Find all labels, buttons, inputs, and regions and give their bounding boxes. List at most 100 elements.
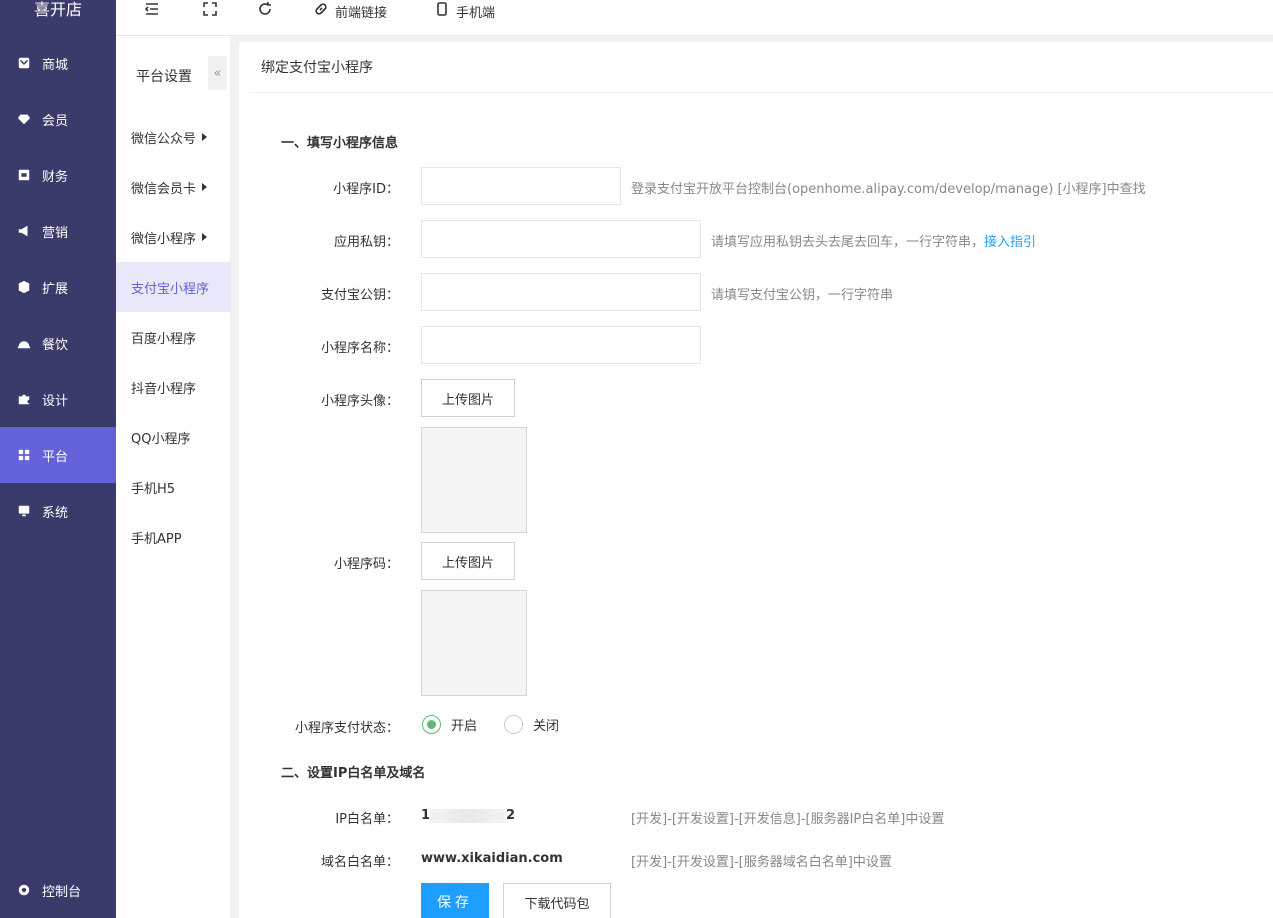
miniapp-name-label: 小程序名称：	[320, 341, 399, 356]
phone-icon	[434, 1, 450, 21]
store-icon	[16, 55, 32, 71]
nav-item-finance[interactable]: 财务	[0, 147, 116, 203]
monitor-icon	[16, 503, 32, 519]
fullscreen-button[interactable]	[202, 0, 218, 22]
subnav-item-wechat-card[interactable]: 微信会员卡	[116, 162, 231, 212]
pay-status-off-radio[interactable]: 关闭	[504, 715, 559, 734]
subnav-item-baidu-miniapp[interactable]: 百度小程序	[116, 312, 231, 362]
platform-subnav: 平台设置 « 微信公众号 微信会员卡 微信小程序 支付宝小程序 百度小程序 抖音…	[116, 36, 231, 918]
panel-title: 绑定支付宝小程序	[249, 42, 1273, 93]
nav-item-catering[interactable]: 餐饮	[0, 315, 116, 371]
save-button[interactable]: 保存	[421, 883, 489, 918]
nav-item-platform[interactable]: 平台	[0, 427, 116, 483]
caret-right-icon	[202, 183, 208, 191]
nav-label: 餐饮	[42, 337, 69, 353]
alipay-settings-panel: 绑定支付宝小程序 一、填写小程序信息 小程序ID： 登录支付宝开放平台控制台(o…	[239, 42, 1273, 918]
grid-icon	[16, 447, 32, 463]
pay-status-label: 小程序支付状态：	[294, 721, 399, 736]
qrcode-label: 小程序码：	[333, 557, 399, 572]
caret-right-icon	[202, 133, 208, 141]
brand-logo: 喜开店	[33, 0, 82, 19]
app-id-hint: 登录支付宝开放平台控制台(openhome.alipay.com/develop…	[631, 182, 1146, 197]
pay-on-label: 开启	[451, 719, 478, 734]
nav-item-member[interactable]: 会员	[0, 91, 116, 147]
puzzle-icon	[16, 391, 32, 407]
subnav-item-wechat-miniapp[interactable]: 微信小程序	[116, 212, 231, 262]
ip-value-start: 1	[421, 808, 431, 823]
nav-item-extension[interactable]: 扩展	[0, 259, 116, 315]
nav-item-system[interactable]: 系统	[0, 483, 116, 539]
nav-label: 扩展	[42, 281, 69, 297]
subnav-item-label: QQ小程序	[131, 431, 191, 447]
radio-checked-icon	[422, 715, 441, 734]
avatar-preview	[421, 427, 527, 533]
nav-item-design[interactable]: 设计	[0, 371, 116, 427]
refresh-button[interactable]	[257, 0, 273, 22]
gear-icon	[16, 882, 32, 898]
mobile-label: 手机端	[456, 5, 496, 21]
subnav-item-alipay-miniapp[interactable]: 支付宝小程序	[116, 262, 231, 312]
subnav-item-mobile-app[interactable]: 手机APP	[116, 512, 231, 562]
private-key-input[interactable]	[421, 220, 701, 258]
public-key-input[interactable]	[421, 273, 701, 311]
avatar-upload-button[interactable]: 上传图片	[421, 379, 515, 417]
subnav-item-label: 百度小程序	[131, 331, 197, 347]
qrcode-preview	[421, 590, 527, 696]
private-key-hint-text: 请填写应用私钥去头去尾去回车，一行字符串，	[711, 235, 985, 250]
avatar-label: 小程序头像：	[320, 394, 399, 409]
collapse-subnav-button[interactable]: «	[208, 56, 227, 90]
app-id-input[interactable]	[421, 167, 621, 205]
access-guide-link[interactable]: 接入指引	[984, 235, 1036, 250]
domain-whitelist-hint: [开发]-[开发设置]-[服务器域名白名单]中设置	[631, 855, 892, 870]
pay-status-on-radio[interactable]: 开启	[422, 715, 477, 734]
main-sidebar: 喜开店 商城 会员 财务 营销 扩展 餐饮 设计 平台 系统 控制台	[0, 0, 116, 918]
subnav-item-label: 手机APP	[131, 531, 182, 547]
qrcode-upload-button[interactable]: 上传图片	[421, 542, 515, 580]
redacted-ip	[430, 808, 507, 823]
subnav-title: 平台设置	[136, 69, 192, 85]
subnav-item-wechat-official[interactable]: 微信公众号	[116, 112, 231, 162]
link-icon	[313, 1, 329, 21]
private-key-label: 应用私钥：	[333, 235, 399, 250]
nav-label: 会员	[42, 113, 69, 129]
diamond-icon	[16, 111, 32, 127]
subnav-item-label: 微信小程序	[131, 231, 197, 247]
subnav-item-label: 手机H5	[131, 481, 176, 497]
private-key-hint: 请填写应用私钥去头去尾去回车，一行字符串，接入指引	[711, 231, 1036, 250]
ip-whitelist-value: 12	[421, 808, 515, 823]
ip-whitelist-hint: [开发]-[开发设置]-[开发信息]-[服务器IP白名单]中设置	[631, 812, 945, 827]
top-toolbar: 前端链接 手机端	[116, 0, 1273, 36]
subnav-item-qq-miniapp[interactable]: QQ小程序	[116, 412, 231, 462]
subnav-item-douyin-miniapp[interactable]: 抖音小程序	[116, 362, 231, 412]
domain-whitelist-value: www.xikaidian.com	[421, 851, 563, 866]
cube-icon	[16, 279, 32, 295]
dish-icon	[16, 335, 32, 351]
subnav-item-mobile-h5[interactable]: 手机H5	[116, 462, 231, 512]
download-code-button[interactable]: 下载代码包	[503, 883, 611, 918]
mobile-button[interactable]: 手机端	[434, 0, 495, 22]
frontend-link-button[interactable]: 前端链接	[313, 0, 387, 22]
pay-off-label: 关闭	[533, 719, 560, 734]
toggle-menu-button[interactable]	[144, 0, 160, 22]
app-id-label: 小程序ID：	[333, 182, 399, 197]
section-whitelist: 二、设置IP白名单及域名	[281, 766, 426, 781]
nav-item-store[interactable]: 商城	[0, 35, 116, 91]
subnav-item-label: 微信会员卡	[131, 181, 197, 197]
nav-item-marketing[interactable]: 营销	[0, 203, 116, 259]
miniapp-name-input[interactable]	[421, 326, 701, 364]
refresh-icon	[257, 1, 273, 21]
subnav-item-label: 微信公众号	[131, 131, 197, 147]
nav-label: 控制台	[42, 884, 82, 900]
fullscreen-icon	[202, 1, 218, 21]
nav-label: 系统	[42, 505, 69, 521]
nav-label: 营销	[42, 225, 69, 241]
nav-item-control-panel[interactable]: 控制台	[0, 862, 116, 918]
subnav-item-label: 抖音小程序	[131, 381, 197, 397]
nav-label: 商城	[42, 57, 69, 73]
ip-whitelist-label: IP白名单：	[335, 812, 399, 827]
section-miniapp-info: 一、填写小程序信息	[281, 136, 399, 151]
nav-label: 财务	[42, 169, 69, 185]
megaphone-icon	[16, 223, 32, 239]
frontend-link-label: 前端链接	[335, 5, 388, 21]
subnav-item-label: 支付宝小程序	[131, 281, 210, 297]
